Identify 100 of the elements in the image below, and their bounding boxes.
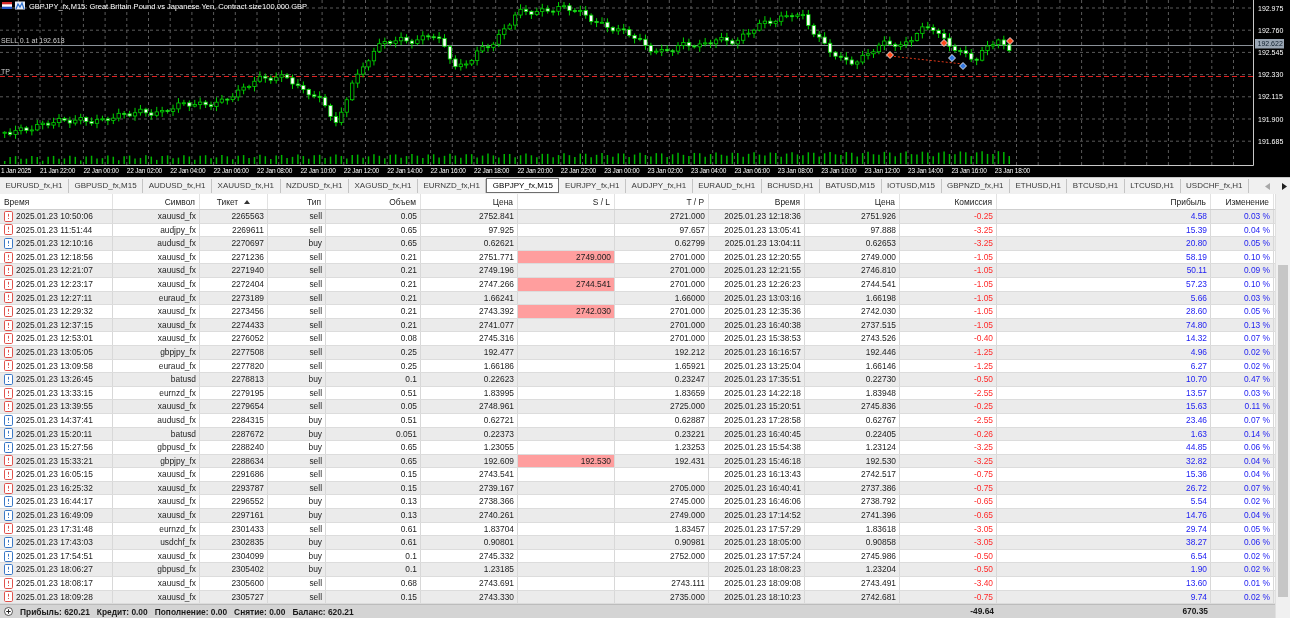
table-cell: 0.1 bbox=[326, 549, 421, 563]
table-row[interactable]: 2025.01.23 12:53:01 xauusd_fx 2276052 sell 0.08 2745.316 2701.000 2025.01.23 15:38:53 2743.526 -0.40 14.32 0.07 % bbox=[0, 332, 1275, 346]
table-cell: 0.47 % bbox=[1211, 373, 1274, 386]
table-cell: 0.65 bbox=[326, 237, 421, 250]
table-cell: euraud_fx bbox=[113, 359, 200, 373]
chart-tab[interactable]: BTCUSD,H1 bbox=[1067, 179, 1125, 193]
chart-tab[interactable]: AUDJPY_fx,H1 bbox=[626, 179, 693, 193]
chart-tab[interactable]: IOTUSD,M15 bbox=[881, 179, 942, 193]
table-row[interactable]: 2025.01.23 13:39:55 xauusd_fx 2279654 sell 0.05 2748.961 2725.000 2025.01.23 15:20:51 2745.836 -0.25 15.63 0.11 % bbox=[0, 400, 1275, 414]
table-cell: -0.50 bbox=[900, 549, 997, 563]
document-icon bbox=[4, 455, 13, 467]
column-header[interactable]: Тип bbox=[268, 194, 326, 209]
chart-tab[interactable]: EURAUD_fx,H1 bbox=[692, 179, 762, 193]
chart-tab[interactable]: BATUSD,M15 bbox=[819, 179, 882, 193]
table-row[interactable]: 2025.01.23 18:06:27 gbpusd_fx 2305402 buy 0.1 1.23185 2025.01.23 18:08:23 1.23204 -0.50 1.90 0.02 % bbox=[0, 563, 1275, 578]
table-cell: batusd bbox=[113, 427, 200, 441]
column-header[interactable]: Прибыль bbox=[997, 194, 1211, 209]
chart-tab[interactable]: GBPUSD_fx,M15 bbox=[68, 179, 144, 193]
plus-circle-icon[interactable] bbox=[4, 607, 13, 616]
table-cell: 2025.01.23 13:05:41 bbox=[709, 223, 805, 237]
table-cell: 2025.01.23 12:26:23 bbox=[709, 277, 805, 291]
column-header[interactable]: Комиссия bbox=[900, 194, 997, 209]
chart-tab[interactable]: ETHUSD,H1 bbox=[1010, 179, 1068, 193]
chart-tab[interactable]: EURUSD_fx,H1 bbox=[0, 179, 69, 193]
table-cell: 10.70 bbox=[997, 373, 1211, 386]
table-cell: 5.54 bbox=[997, 495, 1211, 509]
table-cell: 2025.01.23 13:04:11 bbox=[709, 237, 805, 250]
column-header[interactable]: Символ bbox=[113, 194, 200, 209]
table-row[interactable]: 2025.01.23 12:10:16 audusd_fx 2270697 buy 0.65 0.62621 0.62799 2025.01.23 13:04:11 0.62653 -3.25 20.80 0.05 % bbox=[0, 237, 1275, 251]
table-cell: 1.66241 bbox=[421, 291, 518, 305]
column-header[interactable]: Тикет bbox=[200, 194, 268, 209]
table-cell: xauusd_fx bbox=[113, 549, 200, 563]
table-cell: -3.25 bbox=[900, 454, 997, 468]
table-cell: 2701.000 bbox=[615, 277, 709, 291]
table-cell: sell bbox=[268, 468, 326, 481]
document-icon bbox=[4, 537, 13, 549]
table-row[interactable]: 2025.01.23 16:49:09 xauusd_fx 2297161 buy 0.13 2740.261 2749.000 2025.01.23 17:14:52 2741.396 -0.65 14.76 0.04 % bbox=[0, 509, 1275, 523]
chart-tab[interactable]: USDCHF_fx,H1 bbox=[1180, 179, 1249, 193]
table-cell: 2272404 bbox=[200, 277, 268, 291]
table-cell: 2025.01.23 16:44:17 bbox=[16, 495, 93, 509]
column-header[interactable]: Цена bbox=[421, 194, 518, 209]
table-cell: 0.22405 bbox=[805, 427, 900, 441]
table-cell: 2738.792 bbox=[805, 495, 900, 509]
table-cell: 2025.01.23 13:03:16 bbox=[709, 291, 805, 305]
table-cell: 2025.01.23 12:21:55 bbox=[709, 264, 805, 277]
document-icon bbox=[4, 333, 13, 345]
table-cell: 2025.01.23 16:40:38 bbox=[709, 318, 805, 332]
table-cell: 74.80 bbox=[997, 318, 1211, 332]
column-header[interactable]: Время bbox=[709, 194, 805, 209]
table-cell: 0.22373 bbox=[421, 427, 518, 441]
table-cell: -0.25 bbox=[900, 210, 997, 223]
scroll-right-button[interactable] bbox=[1280, 181, 1288, 191]
column-header[interactable]: Изменение bbox=[1211, 194, 1274, 209]
chart-tab[interactable]: GBPNZD_fx,H1 bbox=[941, 179, 1010, 193]
table-cell: buy bbox=[268, 373, 326, 386]
table-row[interactable]: 2025.01.23 16:05:15 xauusd_fx 2291686 sell 0.15 2743.541 2025.01.23 16:13:43 2742.517 -0.75 15.36 0.04 % bbox=[0, 468, 1275, 482]
table-cell: 192.477 bbox=[421, 345, 518, 359]
chart-tab[interactable]: AUDUSD_fx,H1 bbox=[143, 179, 213, 193]
table-cell: 2277508 bbox=[200, 345, 268, 359]
table-cell: 0.13 bbox=[326, 495, 421, 509]
document-icon bbox=[4, 265, 13, 277]
table-cell: 2278813 bbox=[200, 373, 268, 386]
table-row[interactable]: 2025.01.23 16:44:17 xauusd_fx 2296552 buy 0.13 2738.366 2745.000 2025.01.23 16:46:06 2738.792 -0.65 5.54 0.02 % bbox=[0, 495, 1275, 510]
column-header[interactable]: Цена bbox=[805, 194, 900, 209]
chart-tab[interactable]: LTCUSD,H1 bbox=[1124, 179, 1181, 193]
summary-item: Прибыль: 620.21 bbox=[20, 606, 90, 617]
table-cell: 2737.386 bbox=[805, 481, 900, 495]
chart-tab[interactable]: NZDUSD_fx,H1 bbox=[280, 179, 349, 193]
table-cell: 0.05 bbox=[326, 210, 421, 223]
chart-tab[interactable]: EURJPY_fx,H1 bbox=[559, 179, 627, 193]
document-icon bbox=[4, 401, 13, 413]
chart-tab[interactable]: GBPJPY_fx,M15 bbox=[486, 178, 560, 193]
table-cell: sell bbox=[268, 590, 326, 604]
table-row[interactable]: 2025.01.23 12:21:07 xauusd_fx 2271940 sell 0.21 2749.196 2701.000 2025.01.23 12:21:55 2746.810 -1.05 50.11 0.09 % bbox=[0, 264, 1275, 278]
table-cell: -1.05 bbox=[900, 250, 997, 264]
table-row[interactable]: 2025.01.23 12:29:32 xauusd_fx 2273456 sell 0.21 2743.392 2742.030 2701.000 2025.01.23 12:35:36 2742.030 -1.05 28.60 0.05 % bbox=[0, 305, 1275, 319]
summary-item: Кредит: 0.00 bbox=[96, 606, 148, 617]
column-header[interactable]: S / L bbox=[518, 194, 615, 209]
chart-tab[interactable]: XAGUSD_fx,H1 bbox=[349, 179, 418, 193]
table-cell: 2745.836 bbox=[805, 400, 900, 413]
table-row[interactable]: 2025.01.23 18:08:17 xauusd_fx 2305600 sell 0.68 2743.691 2743.111 2025.01.23 18:09:08 2743.491 -3.40 13.60 0.01 % bbox=[0, 577, 1275, 591]
table-cell: 9.74 bbox=[997, 590, 1211, 604]
chart-tab[interactable]: BCHUSD,H1 bbox=[761, 179, 820, 193]
table-cell: 0.62767 bbox=[805, 413, 900, 427]
table-cell: 0.05 % bbox=[1211, 237, 1274, 250]
table-row[interactable]: 2025.01.23 13:26:45 batusd 2278813 buy 0.1 0.22623 0.23247 2025.01.23 17:35:51 0.22730 -0.50 10.70 0.47 % bbox=[0, 373, 1275, 387]
table-cell: -3.25 bbox=[900, 223, 997, 237]
table-cell: xauusd_fx bbox=[113, 577, 200, 590]
table-row[interactable]: 2025.01.23 15:27:56 gbpusd_fx 2288240 buy 0.65 1.23055 1.23253 2025.01.23 15:54:38 1.23124 -3.25 44.85 0.06 % bbox=[0, 441, 1275, 455]
table-row[interactable]: 2025.01.23 17:43:03 usdchf_fx 2302835 buy 0.61 0.90801 0.90981 2025.01.23 18:05:00 0.90858 -3.05 38.27 0.06 % bbox=[0, 536, 1275, 550]
table-row[interactable]: 2025.01.23 10:50:06 xauusd_fx 2265563 sell 0.05 2752.841 2721.000 2025.01.23 12:18:36 2751.926 -0.25 4.58 0.03 % bbox=[0, 210, 1275, 224]
column-header[interactable]: Время bbox=[0, 194, 113, 209]
chart-tab[interactable]: XAUUSD_fx,H1 bbox=[212, 179, 281, 193]
table-cell: 2269611 bbox=[200, 223, 268, 237]
table-cell: 0.62721 bbox=[421, 413, 518, 427]
column-header[interactable]: Объем bbox=[326, 194, 421, 209]
table-cell: 0.10 % bbox=[1211, 250, 1274, 264]
table-cell: -1.05 bbox=[900, 277, 997, 291]
scrollbar-thumb[interactable] bbox=[1278, 265, 1288, 597]
column-header[interactable]: T / P bbox=[615, 194, 709, 209]
